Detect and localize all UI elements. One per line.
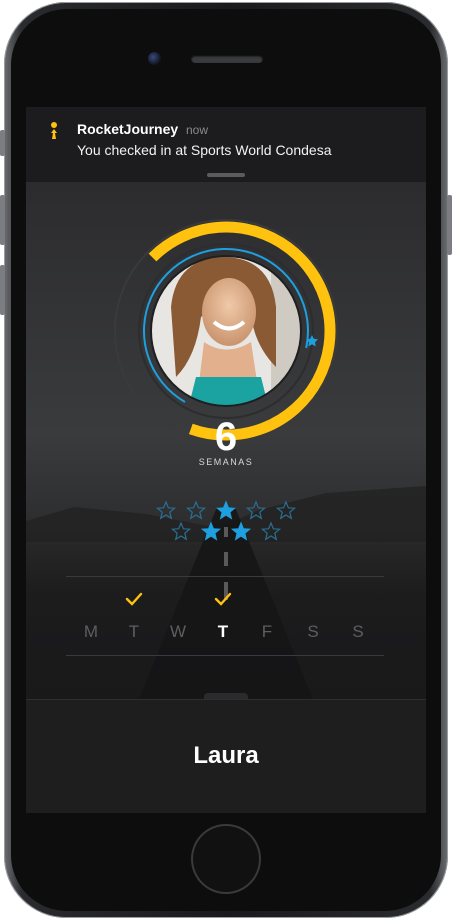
week-bottom-divider	[66, 655, 384, 656]
stars-rating	[155, 500, 297, 541]
star-empty-icon	[245, 500, 267, 520]
week-day-label[interactable]: T	[208, 622, 238, 642]
profile-panel-divider	[26, 699, 426, 700]
profile-name: Laura	[193, 742, 259, 769]
star-filled-icon	[215, 500, 237, 520]
home-button[interactable]	[191, 824, 261, 894]
star-filled-icon	[230, 521, 252, 541]
week-day-label[interactable]: S	[343, 622, 373, 642]
star-empty-icon	[275, 500, 297, 520]
star-empty-icon	[260, 521, 282, 541]
week-day-label[interactable]: T	[119, 622, 149, 642]
weeks-count: 6	[214, 415, 238, 459]
week-top-divider	[66, 576, 384, 577]
week-day-label[interactable]: M	[76, 622, 106, 642]
volume-down-button	[0, 265, 5, 315]
screen: RocketJourney now You checked in at Spor…	[26, 107, 426, 813]
volume-up-button	[0, 195, 5, 245]
week-day-label[interactable]: W	[163, 622, 193, 642]
week-day-label[interactable]: F	[252, 622, 282, 642]
star-filled-icon	[200, 521, 222, 541]
star-empty-icon	[155, 500, 177, 520]
earpiece-speaker	[191, 55, 263, 63]
mute-switch	[0, 130, 5, 156]
checkmark-icon	[214, 592, 232, 606]
checkmark-icon	[125, 592, 143, 606]
week-day-label[interactable]: S	[298, 622, 328, 642]
star-empty-icon	[170, 521, 192, 541]
power-button	[447, 195, 452, 255]
front-camera	[148, 52, 161, 65]
weeks-label: SEMANAS	[198, 457, 254, 467]
star-empty-icon	[185, 500, 207, 520]
